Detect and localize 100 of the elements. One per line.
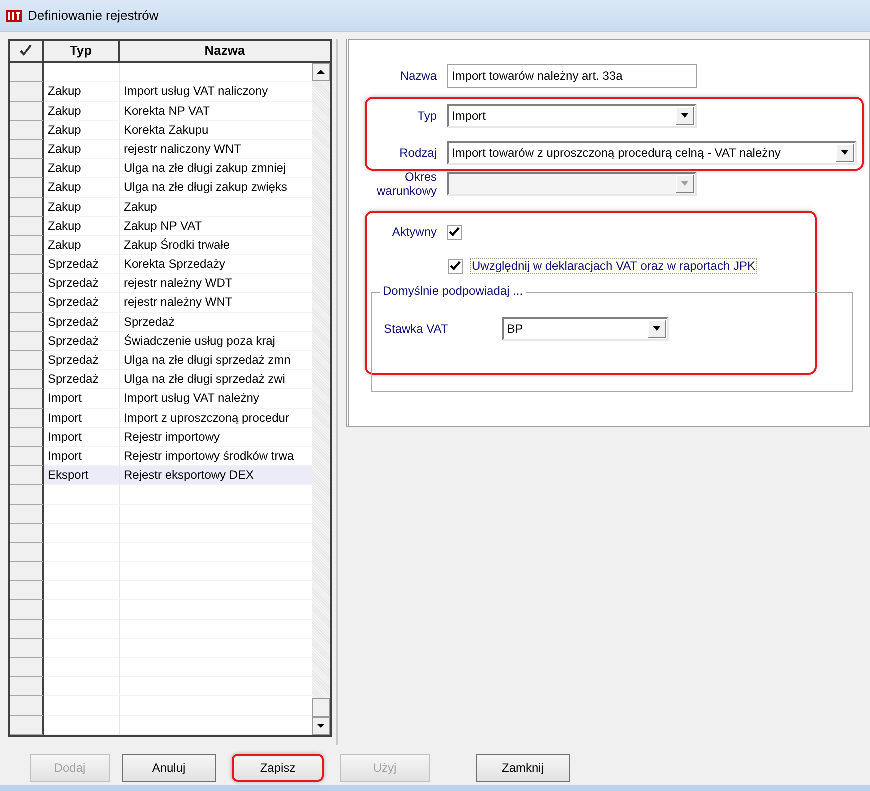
table-row[interactable]: Sprzedaż Korekta Sprzedaży xyxy=(10,255,312,274)
row-header[interactable] xyxy=(10,581,44,600)
row-header[interactable] xyxy=(10,696,44,716)
table-cell: Import xyxy=(44,389,120,409)
table-row[interactable]: Sprzedaż Ulga na złe długi sprzedaż zmn xyxy=(10,351,312,370)
row-header[interactable] xyxy=(10,638,44,658)
row-header[interactable] xyxy=(10,140,44,160)
column-header[interactable]: Typ xyxy=(44,41,120,62)
table-row[interactable]: Sprzedaż Ulga na złe długi sprzedaż zwi xyxy=(10,370,312,390)
row-header[interactable] xyxy=(10,620,44,639)
scroll-thumb[interactable] xyxy=(312,698,330,718)
row-header[interactable] xyxy=(10,370,44,390)
table-cell: Eksport xyxy=(44,466,120,486)
checkbox-label[interactable]: Uwzględnij w deklaracjach VAT oraz w raportach JPK xyxy=(470,258,758,274)
field-label: Okres warunkowy xyxy=(376,170,437,198)
row-header[interactable] xyxy=(10,716,44,735)
table-row[interactable]: Zakup Ulga na złe długi zakup zwięks xyxy=(10,178,312,198)
table-row[interactable]: Sprzedaż Sprzedaż xyxy=(10,312,312,332)
checkbox[interactable] xyxy=(447,224,462,240)
row-header[interactable] xyxy=(10,63,44,82)
row-header[interactable] xyxy=(10,389,44,409)
dropdown[interactable]: Import xyxy=(447,104,697,128)
table-cell: Korekta Zakupu xyxy=(120,120,312,140)
row-header[interactable] xyxy=(10,293,44,313)
table-cell: Zakup xyxy=(44,236,120,256)
table-row[interactable]: Import Import z uproszczoną procedur xyxy=(10,408,312,428)
group-title: Domyślnie podpowiadaj ... xyxy=(380,284,526,298)
row-header[interactable] xyxy=(10,677,44,696)
row-header[interactable] xyxy=(10,236,44,256)
table-cell: Sprzedaż xyxy=(44,255,120,274)
row-header[interactable] xyxy=(10,446,44,466)
row-header[interactable] xyxy=(10,428,44,447)
row-header[interactable] xyxy=(10,466,44,486)
caret-icon xyxy=(652,326,662,332)
table-cell: Ulga na złe długi zakup zwięks xyxy=(120,178,312,198)
row-header[interactable] xyxy=(10,102,44,121)
table-row[interactable]: Zakup Import usług VAT naliczony xyxy=(10,82,312,102)
row-header[interactable] xyxy=(10,82,44,102)
row-header[interactable] xyxy=(10,542,44,562)
row-header[interactable] xyxy=(10,562,44,582)
caret-icon xyxy=(840,150,850,156)
scroll-down-icon xyxy=(312,717,330,736)
table-cell: Sprzedaż xyxy=(44,312,120,332)
table-row[interactable]: Import Import usług VAT należny xyxy=(10,389,312,409)
table-cell: Sprzedaż xyxy=(44,293,120,313)
window-title: Definiowanie rejestrów xyxy=(28,8,159,24)
scrollbar[interactable] xyxy=(312,63,330,736)
row-header[interactable] xyxy=(10,216,44,236)
row-header[interactable] xyxy=(10,120,44,140)
action-button[interactable]: Anuluj xyxy=(122,754,216,782)
text-field[interactable]: Import towarów należny art. 33a xyxy=(447,64,697,88)
table-row[interactable]: Zakup rejestr naliczony WNT xyxy=(10,140,312,160)
row-header[interactable] xyxy=(10,312,44,332)
row-header[interactable] xyxy=(10,274,44,294)
table-cell: Korekta NP VAT xyxy=(120,102,312,121)
table-cell: Zakup xyxy=(44,198,120,217)
row-header[interactable] xyxy=(10,408,44,428)
row-header[interactable] xyxy=(10,255,44,274)
table-row[interactable]: Zakup Zakup xyxy=(10,198,312,217)
table-cell: Zakup xyxy=(44,178,120,198)
table-row[interactable]: Sprzedaż rejestr należny WDT xyxy=(10,274,312,294)
table-cell: Import z uproszczoną procedur xyxy=(120,408,312,428)
action-button[interactable]: Zapisz xyxy=(232,754,324,782)
field-label: Aktywny xyxy=(391,225,437,240)
table-row[interactable]: Eksport Rejestr eksportowy DEX xyxy=(10,466,312,486)
row-header[interactable] xyxy=(10,658,44,678)
field-label: Rodzaj xyxy=(398,146,437,160)
row-header[interactable] xyxy=(10,332,44,352)
row-header[interactable] xyxy=(10,198,44,217)
row-header[interactable] xyxy=(10,159,44,178)
table-row[interactable]: Zakup Korekta Zakupu xyxy=(10,120,312,140)
table-cell: Ulga na złe długi sprzedaż zmn xyxy=(120,351,312,370)
table-cell: Import xyxy=(44,428,120,447)
table-cell: Sprzedaż xyxy=(44,332,120,352)
row-header[interactable] xyxy=(10,600,44,620)
table-cell: Zakup xyxy=(44,216,120,236)
action-button[interactable]: Zamknij xyxy=(476,754,570,782)
dropdown[interactable]: Import towarów z uproszczoną procedurą celną - VAT należny xyxy=(447,141,857,166)
checkbox[interactable] xyxy=(448,258,463,274)
table-cell: Rejestr eksportowy DEX xyxy=(120,466,312,486)
table-cell: Zakup xyxy=(44,82,120,102)
row-header[interactable] xyxy=(10,485,44,505)
table-row[interactable]: Sprzedaż rejestr należny WNT xyxy=(10,293,312,313)
row-header[interactable] xyxy=(10,351,44,370)
row-header[interactable] xyxy=(10,524,44,543)
table-row[interactable]: Zakup Zakup NP VAT xyxy=(10,216,312,236)
row-header[interactable] xyxy=(10,504,44,524)
check-icon xyxy=(450,261,461,272)
caret-icon xyxy=(680,113,690,120)
table-cell: rejestr należny WDT xyxy=(120,274,312,294)
row-header[interactable] xyxy=(10,178,44,198)
table-row[interactable]: Zakup Korekta NP VAT xyxy=(10,102,312,121)
table-row[interactable]: Import Rejestr importowy xyxy=(10,428,312,447)
app-icon xyxy=(6,10,22,22)
column-header[interactable]: Nazwa xyxy=(120,41,330,62)
table-cell: Sprzedaż xyxy=(44,274,120,294)
table-row[interactable]: Zakup Zakup Środki trwałe xyxy=(10,236,312,256)
dropdown[interactable]: BP xyxy=(502,317,670,342)
table-row[interactable]: Zakup Ulga na złe długi zakup zmniej xyxy=(10,159,312,178)
table-row[interactable]: Sprzedaż Świadczenie usług poza kraj xyxy=(10,332,312,352)
